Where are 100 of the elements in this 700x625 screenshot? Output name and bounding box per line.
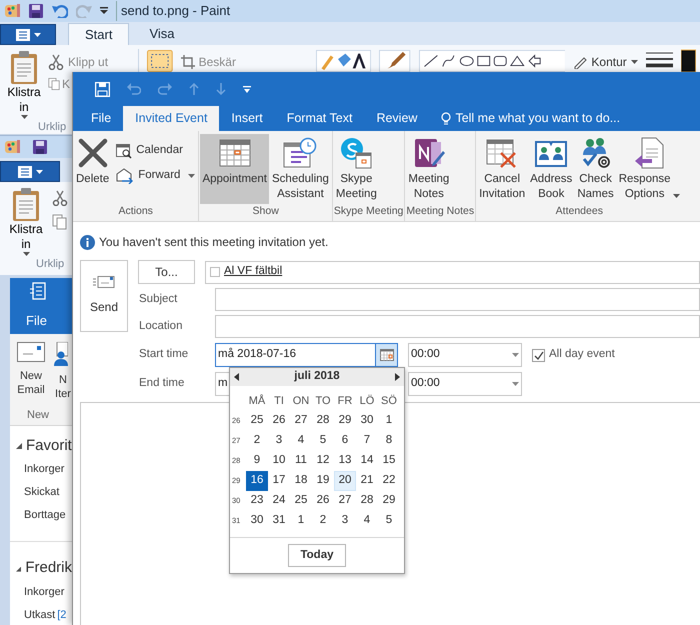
all-day-checkbox[interactable]: All day event — [532, 346, 615, 364]
calendar-day[interactable]: 26 — [312, 491, 334, 511]
paste-button[interactable]: Klistra in — [4, 186, 48, 256]
calendar-day[interactable]: 21 — [356, 471, 378, 491]
calendar-day[interactable]: 27 — [290, 411, 312, 431]
ribbon-button[interactable]: Calendar — [114, 142, 198, 160]
calendar-day[interactable]: 28 — [312, 411, 334, 431]
ribbon-tab[interactable]: Start — [68, 23, 130, 45]
ribbon-button[interactable]: Check Names — [575, 134, 616, 204]
scissors-icon[interactable] — [52, 190, 68, 206]
next-month-icon[interactable] — [394, 373, 400, 381]
ribbon-button[interactable]: Appointment — [200, 134, 270, 204]
calendar-day[interactable]: 3 — [268, 431, 290, 451]
customize-caret-icon[interactable] — [243, 86, 251, 92]
save-icon[interactable] — [28, 3, 44, 19]
calendar-day[interactable]: 30 — [246, 511, 268, 531]
calendar-day[interactable]: 1 — [378, 411, 400, 431]
calendar-day[interactable]: 19 — [312, 471, 334, 491]
ribbon-tab[interactable]: Review — [364, 106, 430, 131]
calendar-day[interactable]: 26 — [268, 411, 290, 431]
ribbon-button[interactable]: Delete — [74, 134, 112, 204]
calendar-day[interactable]: 7 — [356, 431, 378, 451]
calendar-icon[interactable] — [380, 349, 394, 361]
tell-me-search[interactable]: Tell me what you want to do... — [429, 106, 632, 131]
ribbon-button[interactable]: New Email — [10, 342, 52, 398]
ribbon-tab[interactable]: File — [79, 106, 124, 131]
app-menu-button[interactable] — [0, 24, 56, 45]
calendar-day[interactable]: 8 — [378, 431, 400, 451]
calendar-day[interactable]: 10 — [268, 451, 290, 471]
calendar-day[interactable]: 1 — [290, 511, 312, 531]
expand-triangle-icon[interactable] — [16, 443, 22, 449]
calendar-day[interactable]: 17 — [268, 471, 290, 491]
undo-icon[interactable] — [52, 4, 68, 18]
calendar-day[interactable]: 29 — [334, 411, 356, 431]
ribbon-button[interactable]: Skype Meeting — [334, 134, 379, 204]
calendar-day[interactable]: 25 — [290, 491, 312, 511]
calendar-day[interactable]: 23 — [246, 491, 268, 511]
paint-palette-icon[interactable] — [4, 139, 20, 155]
brush-icon[interactable] — [379, 49, 411, 73]
color-swatch-icon[interactable] — [681, 49, 696, 73]
send-button[interactable]: Send — [80, 260, 128, 332]
folder-header[interactable]: Favorit — [26, 434, 72, 458]
ribbon-button[interactable]: N Iter — [54, 342, 72, 402]
calendar-day[interactable]: 29 — [378, 491, 400, 511]
calendar-day[interactable]: 12 — [312, 451, 334, 471]
time-dropdown[interactable]: 00:00 — [408, 372, 522, 396]
folder-item[interactable]: Skickat — [24, 484, 60, 501]
ribbon-button[interactable]: Forward — [114, 167, 198, 184]
select-tool-icon[interactable] — [146, 49, 173, 73]
folder-header[interactable]: Fredrik — [25, 557, 72, 580]
calendar-day[interactable]: 20 — [334, 471, 356, 491]
calendar-day[interactable]: 11 — [290, 451, 312, 471]
calendar-day[interactable]: 30 — [356, 411, 378, 431]
ribbon-button[interactable]: Response Options — [616, 134, 682, 204]
ribbon-button[interactable]: Meeting Notes — [406, 134, 452, 204]
app-menu-button[interactable] — [0, 161, 60, 182]
ribbon-button[interactable]: Scheduling Assistant — [270, 134, 331, 204]
checkbox[interactable] — [532, 348, 545, 362]
calendar-day[interactable]: 6 — [334, 431, 356, 451]
recipient-field[interactable]: Al VF fältbil — [205, 260, 700, 284]
calendar-day[interactable]: 31 — [268, 511, 290, 531]
time-dropdown[interactable]: 00:00 — [408, 343, 522, 367]
previous-month-icon[interactable] — [234, 373, 239, 381]
save-icon[interactable] — [32, 139, 48, 155]
text-field[interactable] — [215, 288, 700, 311]
today-button[interactable]: Today — [288, 544, 346, 567]
outline-button[interactable]: Kontur — [573, 49, 638, 71]
ribbon-button[interactable]: Address Book — [528, 134, 574, 204]
calendar-day[interactable]: 15 — [378, 451, 400, 471]
calendar-day[interactable]: 9 — [246, 451, 268, 471]
shapes-icon[interactable] — [418, 49, 566, 73]
calendar-day[interactable]: 13 — [334, 451, 356, 471]
calendar-day[interactable]: 4 — [356, 511, 378, 531]
expand-triangle-icon[interactable] — [16, 566, 22, 572]
text-field[interactable] — [215, 315, 700, 338]
folder-item[interactable]: Inkorger — [24, 461, 64, 478]
calendar-day[interactable]: 24 — [268, 491, 290, 511]
calendar-day[interactable]: 18 — [290, 471, 312, 491]
paste-button[interactable]: Klistra in — [4, 49, 44, 119]
calendar-day[interactable]: 2 — [246, 431, 268, 451]
checkbox[interactable] — [210, 267, 220, 277]
calendar-day[interactable]: 2 — [312, 511, 334, 531]
calendar-day[interactable]: 5 — [378, 511, 400, 531]
copy-icon[interactable] — [52, 214, 67, 230]
save-icon[interactable] — [95, 82, 110, 96]
calendar-day[interactable]: 28 — [356, 491, 378, 511]
ribbon-tab[interactable]: Insert — [219, 106, 275, 131]
folder-item[interactable]: Borttage — [24, 507, 66, 524]
ribbon-tab[interactable]: Visa — [133, 23, 191, 45]
calendar-day[interactable]: 5 — [312, 431, 334, 451]
paint-palette-icon[interactable] — [4, 3, 20, 19]
calendar-day[interactable]: 25 — [246, 411, 268, 431]
calendar-day[interactable]: 4 — [290, 431, 312, 451]
send-receive-icon[interactable] — [30, 282, 48, 300]
ribbon-tab[interactable]: Invited Event — [123, 106, 220, 131]
calendar-day[interactable]: 3 — [334, 511, 356, 531]
folder-item[interactable]: Inkorger — [24, 584, 64, 601]
calendar-day[interactable]: 22 — [378, 471, 400, 491]
calendar-day[interactable]: 16 — [246, 471, 268, 491]
ribbon-tab[interactable]: Format Text — [274, 106, 364, 131]
